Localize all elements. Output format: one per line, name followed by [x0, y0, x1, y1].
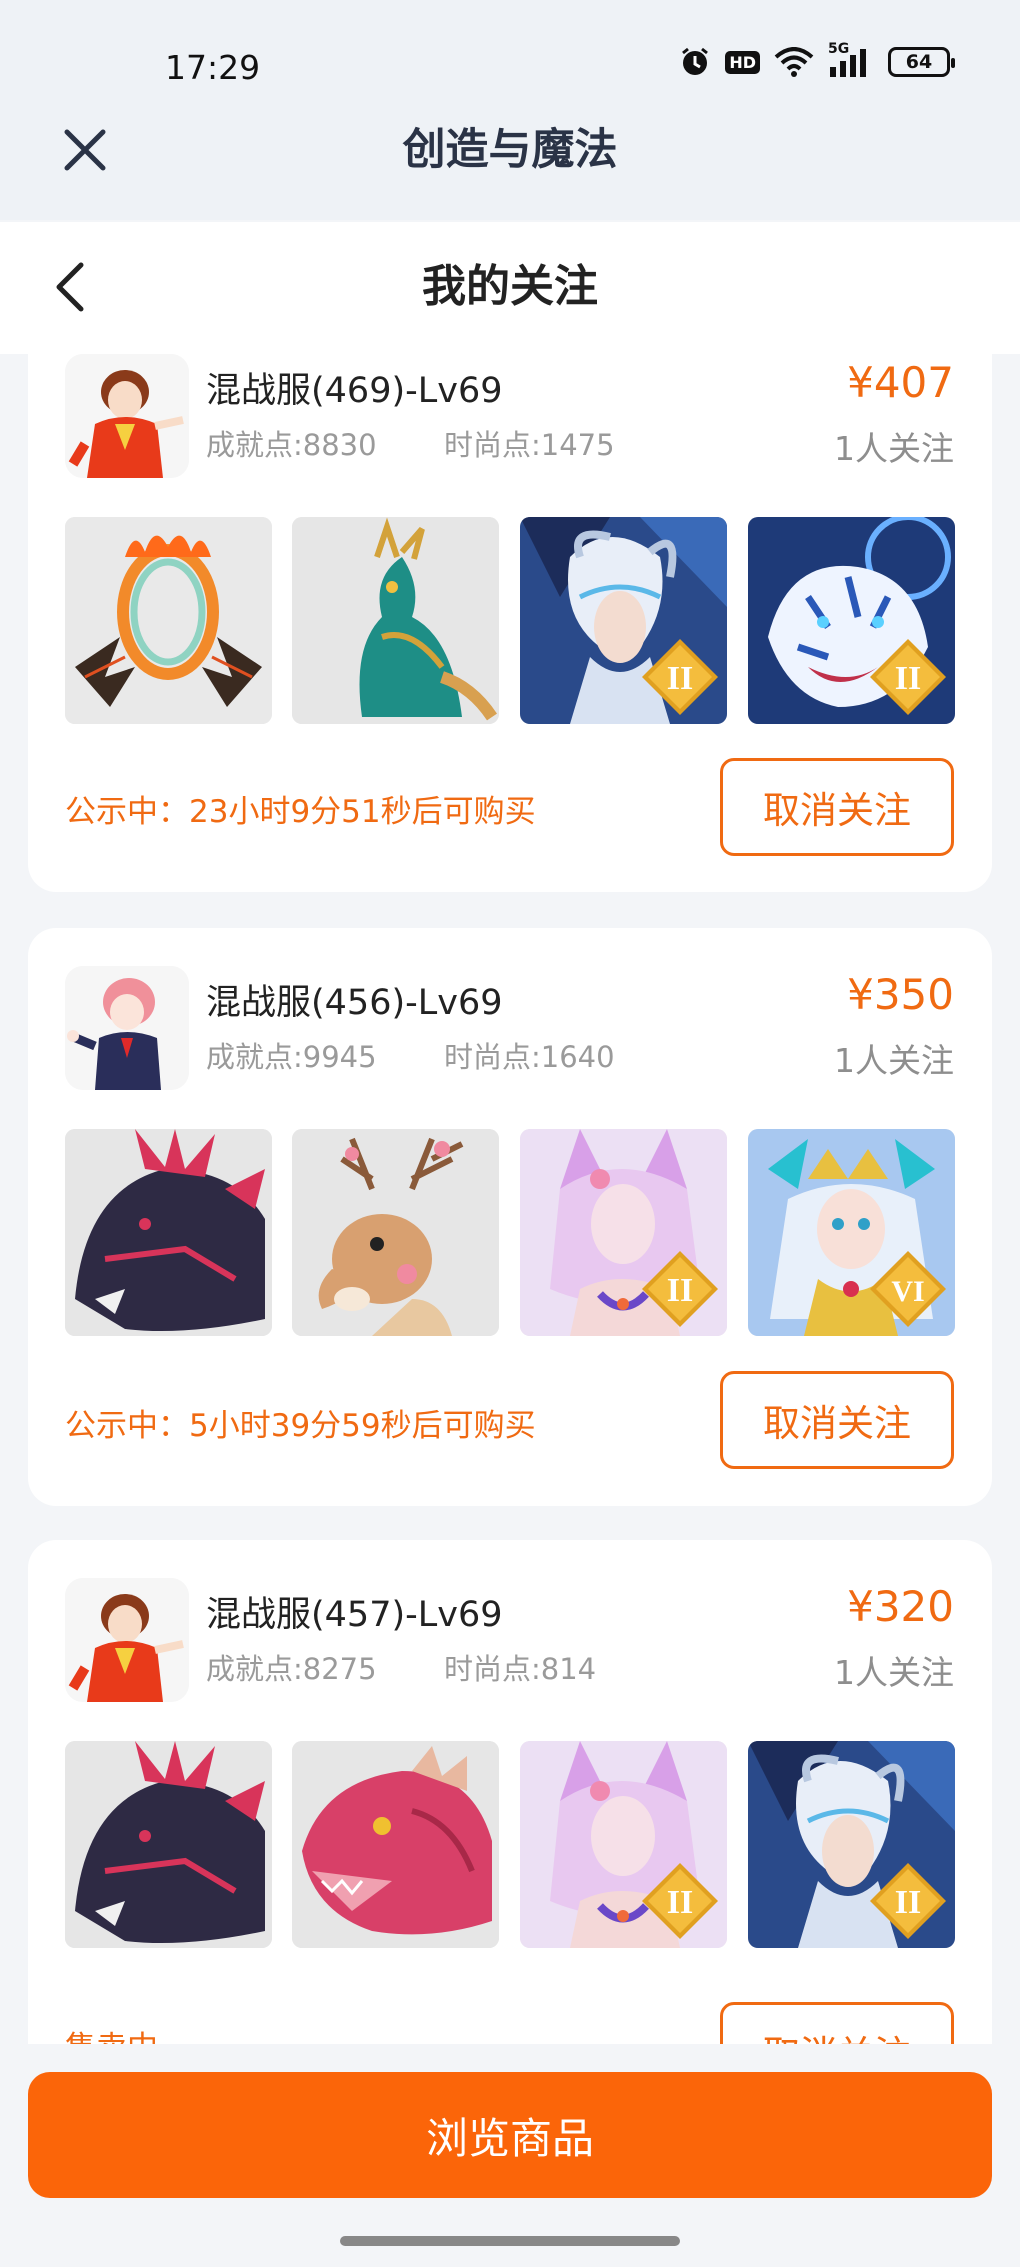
rank-badge: II	[667, 660, 693, 697]
status-bar: 17:29 HD 5G 64	[0, 0, 1020, 120]
item-thumbnail[interactable]	[65, 1741, 272, 1948]
price: ¥350	[847, 970, 954, 1019]
signal-5g-icon: 5G	[828, 41, 874, 77]
achievement-points: 成就点:8830	[206, 428, 377, 462]
close-icon[interactable]	[55, 120, 115, 180]
nav-bar: 我的关注	[0, 222, 1020, 354]
item-thumbnail[interactable]: II	[748, 517, 955, 724]
price: ¥407	[847, 358, 954, 407]
item-thumbnail[interactable]	[292, 1129, 499, 1336]
fashion-points: 时尚点:1475	[444, 428, 615, 462]
price: ¥320	[847, 1582, 954, 1631]
item-thumbnails: II II	[65, 1741, 955, 1948]
item-thumbnail[interactable]: II	[520, 517, 727, 724]
character-avatar	[65, 1578, 189, 1702]
listing-status: 公示中：5小时39分59秒后可购买	[65, 1408, 536, 1444]
item-thumbnails: II VI	[65, 1129, 955, 1336]
follower-count: 1人关注	[834, 429, 954, 468]
character-avatar	[65, 966, 189, 1090]
wifi-icon	[774, 47, 814, 77]
page-title: 我的关注	[422, 261, 598, 312]
listing-status: 售卖中	[65, 2022, 158, 2044]
achievement-points: 成就点:9945	[206, 1040, 377, 1074]
followed-listings: 混战服(469)-Lv69 成就点:8830 时尚点:1475 ¥407 1人关…	[0, 354, 1020, 2044]
fashion-points: 时尚点:814	[444, 1652, 597, 1686]
app-header: 创造与魔法	[0, 120, 1020, 220]
listing-card[interactable]: 混战服(469)-Lv69 成就点:8830 时尚点:1475 ¥407 1人关…	[28, 354, 992, 892]
alarm-icon	[679, 46, 711, 78]
unfollow-button[interactable]: 取消关注	[720, 1371, 954, 1469]
back-arrow-icon[interactable]	[40, 257, 100, 317]
listing-status: 公示中：23小时9分51秒后可购买	[65, 794, 536, 830]
rank-badge: II	[895, 660, 921, 697]
rank-badge: VI	[891, 1275, 924, 1308]
unfollow-button[interactable]: 取消关注	[720, 2002, 954, 2044]
footer-bar: 浏览商品	[0, 2044, 1020, 2267]
status-icons: HD 5G 64	[679, 41, 955, 78]
item-thumbnail[interactable]: VI	[748, 1129, 955, 1336]
achievement-points: 成就点:8275	[206, 1652, 377, 1686]
item-thumbnail[interactable]	[65, 517, 272, 724]
item-thumbnail[interactable]	[292, 1741, 499, 1948]
item-thumbnail[interactable]: II	[520, 1741, 727, 1948]
browse-products-button[interactable]: 浏览商品	[28, 2072, 992, 2198]
follower-count: 1人关注	[834, 1653, 954, 1692]
server-name: 混战服(457)-Lv69	[206, 1595, 503, 1635]
app-title: 创造与魔法	[402, 125, 618, 175]
home-indicator[interactable]	[340, 2236, 680, 2246]
network-label: 5G	[828, 41, 850, 57]
listing-card[interactable]: 混战服(457)-Lv69 成就点:8275 时尚点:814 ¥320 1人关注…	[28, 1540, 992, 2044]
hd-icon: HD	[725, 50, 760, 74]
item-thumbnail[interactable]	[292, 517, 499, 724]
rank-badge: II	[895, 1884, 921, 1921]
item-thumbnail[interactable]: II	[520, 1129, 727, 1336]
rank-badge: II	[667, 1272, 693, 1309]
unfollow-button[interactable]: 取消关注	[720, 758, 954, 856]
server-name: 混战服(469)-Lv69	[206, 371, 503, 411]
battery-icon: 64	[888, 47, 955, 77]
rank-badge: II	[667, 1884, 693, 1921]
status-time: 17:29	[165, 48, 261, 87]
listing-card[interactable]: 混战服(456)-Lv69 成就点:9945 时尚点:1640 ¥350 1人关…	[28, 928, 992, 1506]
character-avatar	[65, 354, 189, 478]
fashion-points: 时尚点:1640	[444, 1040, 615, 1074]
item-thumbnail[interactable]	[65, 1129, 272, 1336]
item-thumbnail[interactable]: II	[748, 1741, 955, 1948]
server-name: 混战服(456)-Lv69	[206, 983, 503, 1023]
item-thumbnails: II II	[65, 517, 955, 724]
follower-count: 1人关注	[834, 1041, 954, 1080]
